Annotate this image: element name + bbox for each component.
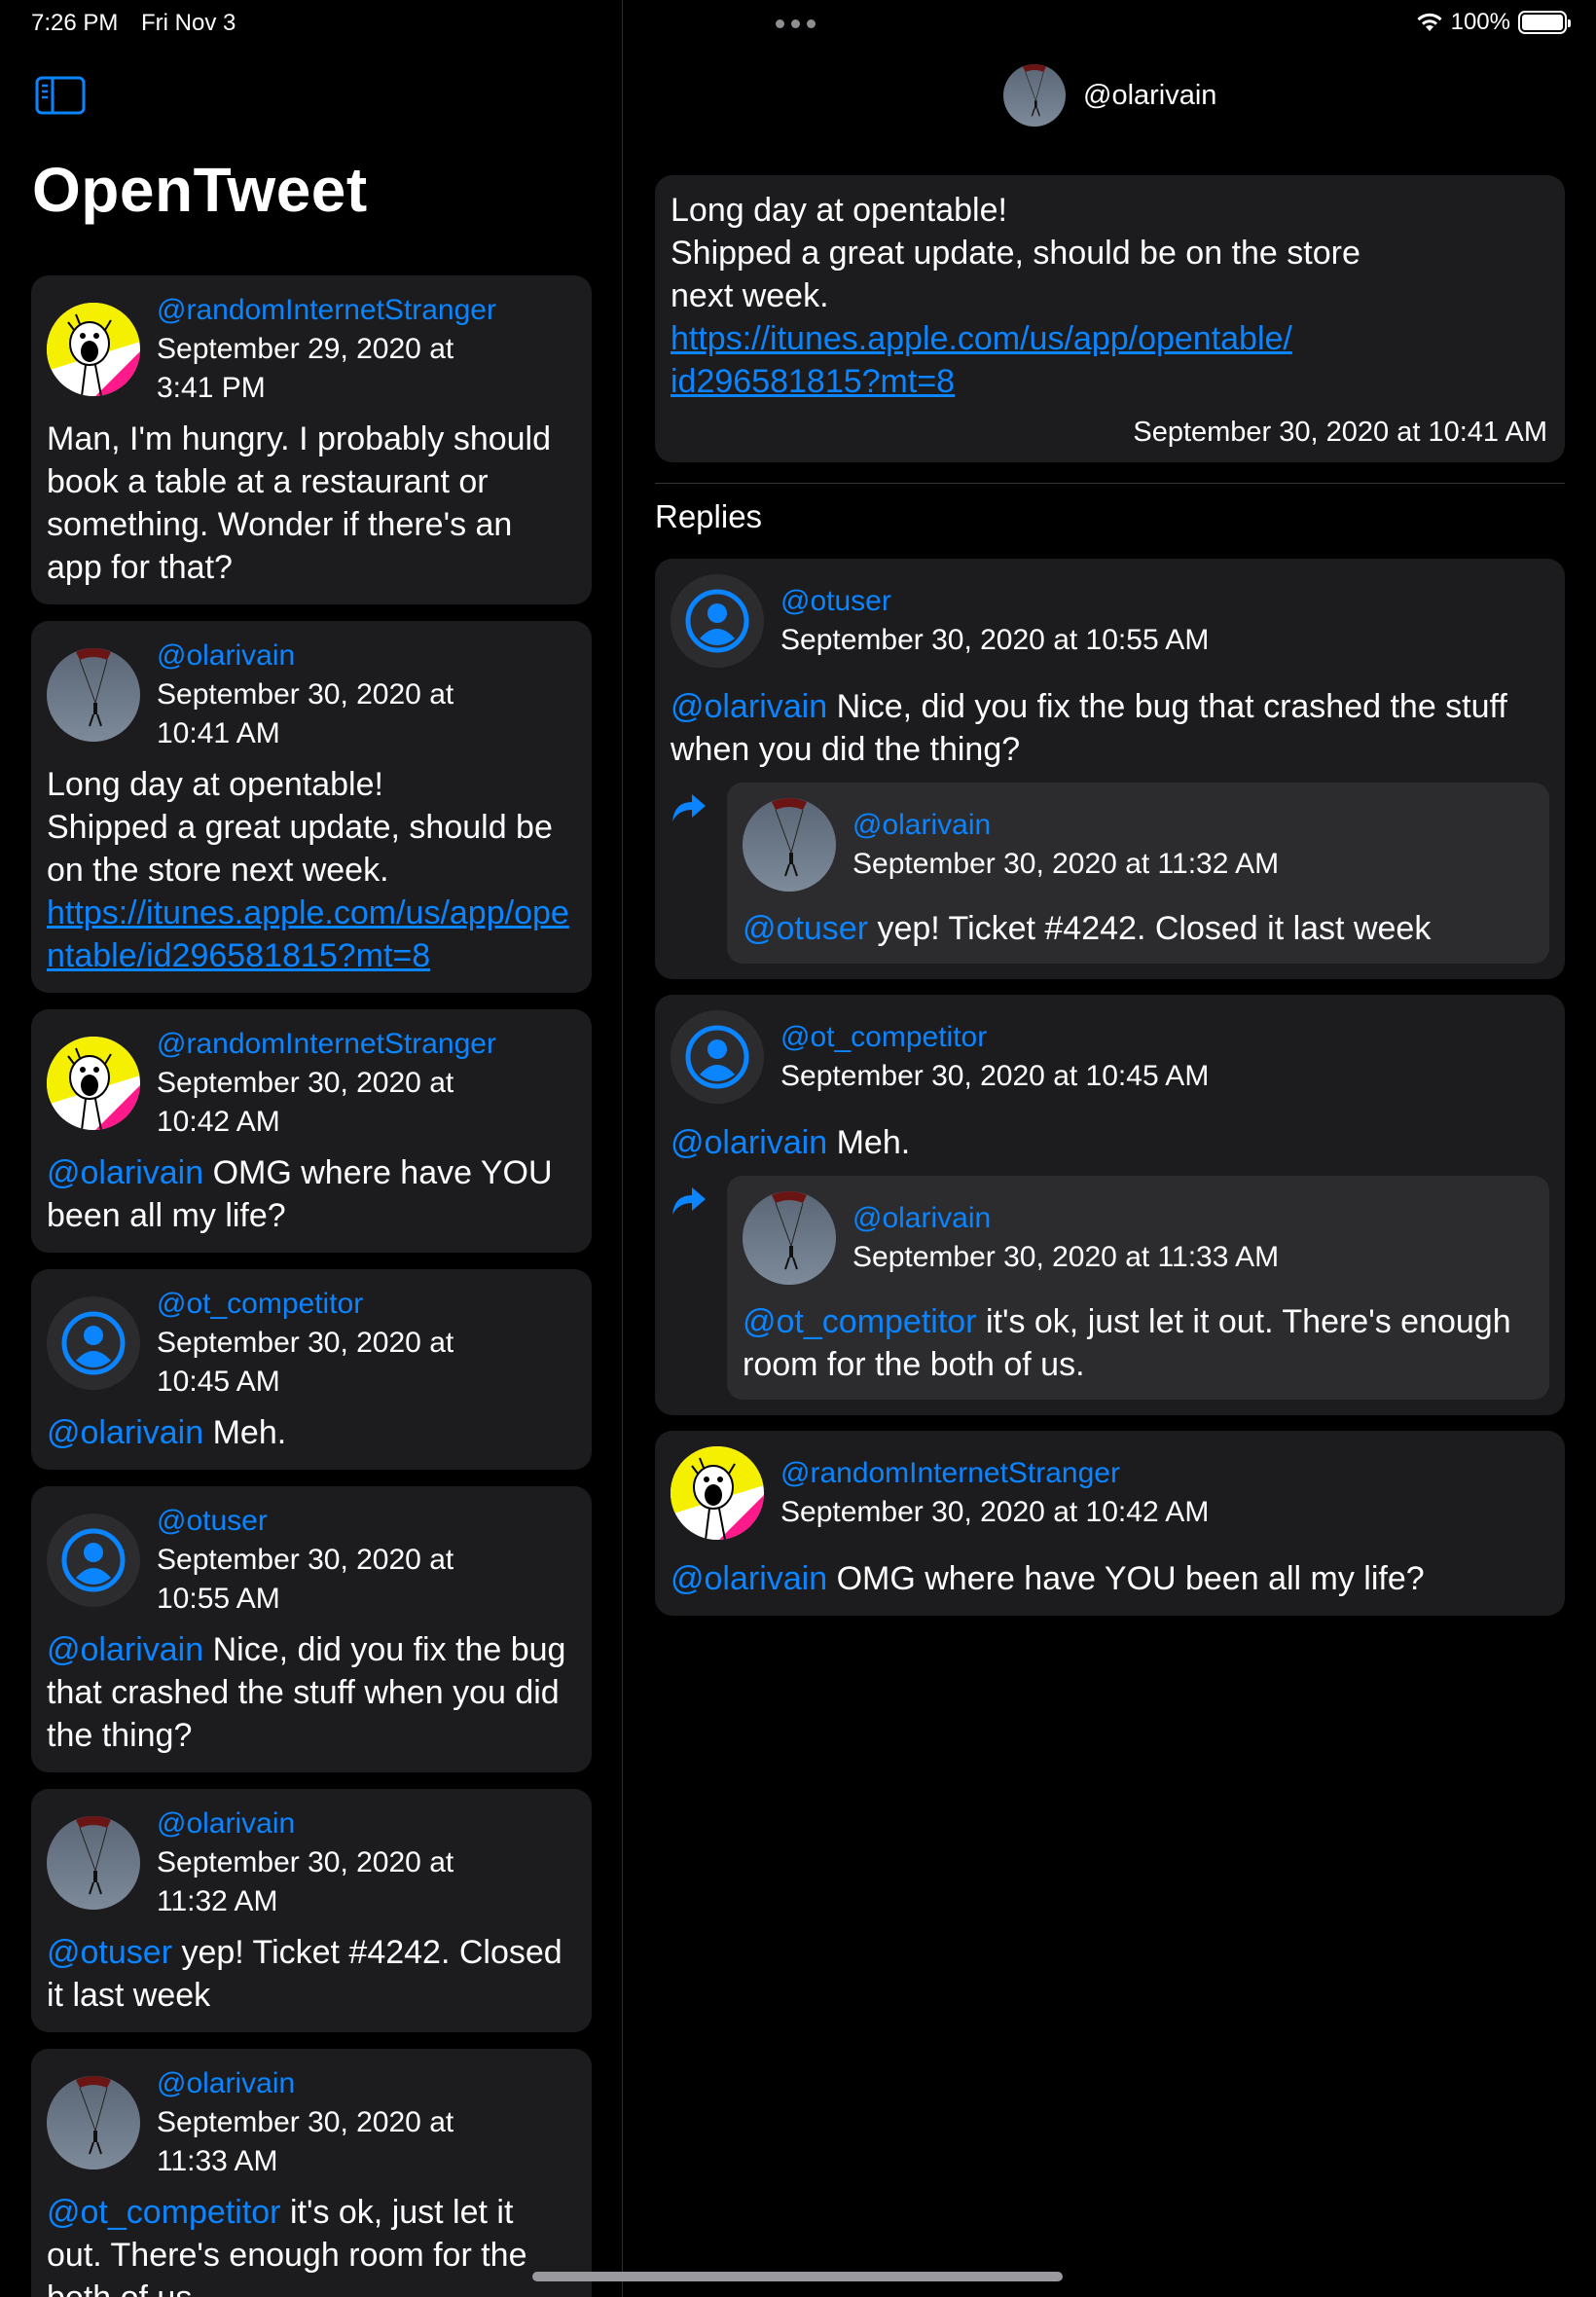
reply-handle[interactable]: @ot_competitor [780,1018,1549,1057]
reply-text: OMG where have YOU been all my life? [827,1560,1425,1597]
avatar[interactable] [671,1446,764,1540]
nested-date: September 30, 2020 at 11:32 AM [852,848,1280,880]
tweet-card[interactable]: @otuser September 30, 2020 at 10:55 AM @ol… [31,1486,592,1772]
tweet-card[interactable]: @ot_competitor September 30, 2020 at 10:4… [31,1269,592,1470]
tweet-card[interactable]: @randomInternetStranger September 30, 202… [31,1009,592,1253]
reply-body: @olarivain OMG where have YOU been all m… [671,1557,1549,1600]
tweet-body: Long day at opentable! Shipped a great u… [47,763,576,977]
avatar[interactable] [47,2076,140,2169]
tweet-mention[interactable]: @olarivain [47,1154,203,1191]
tweet-card[interactable]: @olarivain September 30, 2020 at 11:33 AM… [31,2049,592,2297]
tweet-mention[interactable]: @ot_competitor [47,2194,281,2231]
tweet-date: September 30, 2020 at 10:55 AM [157,1544,454,1615]
reply-body: @olarivain Meh. [671,1121,1549,1164]
nav-title: @olarivain [1003,64,1216,127]
tweet-handle[interactable]: @olarivain [157,1805,576,1843]
tweet-handle[interactable]: @otuser [157,1502,576,1541]
avatar[interactable] [47,1296,140,1390]
replies-list: @otuser September 30, 2020 at 10:55 AM @ol… [655,559,1565,1631]
avatar[interactable] [743,798,836,892]
tweet-mention[interactable]: @olarivain [47,1414,203,1451]
tweet-text: Man, I'm hungry. I probably should book … [47,420,552,586]
nested-reply: @olarivain September 30, 2020 at 11:33 AM… [671,1176,1549,1400]
nested-handle[interactable]: @olarivain [852,1199,1534,1238]
reply-mention[interactable]: @olarivain [671,1560,827,1597]
reply-date: September 30, 2020 at 10:55 AM [780,624,1210,656]
tweet-handle[interactable]: @ot_competitor [157,1285,576,1324]
replies-heading: Replies [655,498,763,534]
tweet-body: @olarivain Nice, did you fix the bug tha… [47,1628,576,1757]
avatar[interactable] [47,303,140,396]
avatar[interactable] [671,1010,764,1104]
reply-arrow-icon [672,794,706,821]
nested-body: @otuser yep! Ticket #4242. Closed it las… [743,907,1534,950]
nested-reply-card[interactable]: @olarivain September 30, 2020 at 11:33 AM… [727,1176,1549,1400]
nav-handle: @olarivain [1083,79,1217,111]
tweet-body: @olarivain Meh. [47,1411,576,1454]
app-title: OpenTweet [32,155,368,225]
tweet-date: September 30, 2020 at 11:32 AM [157,1846,454,1917]
sidebar-toggle-icon[interactable] [35,76,86,115]
reply-mention[interactable]: @olarivain [671,1124,827,1161]
nested-reply-card[interactable]: @olarivain September 30, 2020 at 11:32 AM… [727,783,1549,964]
main-tweet-date: September 30, 2020 at 10:41 AM [1133,417,1547,448]
avatar[interactable] [47,1513,140,1607]
tweet-date: September 30, 2020 at 10:42 AM [157,1067,454,1138]
tweet-text: Long day at opentable! Shipped a great u… [47,766,553,889]
home-indicator[interactable] [532,2272,1063,2281]
tweet-body: @ot_competitor it's ok, just let it out.… [47,2191,576,2297]
main-tweet-text: Long day at opentable! Shipped a great u… [671,189,1547,403]
tweet-link[interactable]: https://itunes.apple.com/us/app/opentabl… [47,894,569,974]
reply-arrow-icon [672,1187,706,1215]
avatar[interactable] [47,1816,140,1910]
avatar[interactable] [671,574,764,668]
tweet-link[interactable]: https://itunes.apple.com/us/app/opentabl… [671,320,1292,400]
tweet-mention[interactable]: @olarivain [47,1631,203,1668]
reply-text: Meh. [827,1124,911,1161]
tweet-date: September 30, 2020 at 10:45 AM [157,1327,454,1398]
reply-handle[interactable]: @randomInternetStranger [780,1454,1549,1493]
nested-body: @ot_competitor it's ok, just let it out.… [743,1300,1534,1386]
avatar[interactable] [47,648,140,742]
reply-handle[interactable]: @otuser [780,582,1549,621]
tweet-body: @olarivain OMG where have YOU been all m… [47,1151,576,1237]
timeline-list: @randomInternetStranger September 29, 202… [31,275,592,2297]
tweet-date: September 30, 2020 at 10:41 AM [157,678,454,749]
tweet-text: Meh. [203,1414,287,1451]
tweet-handle[interactable]: @randomInternetStranger [157,291,576,330]
nested-mention[interactable]: @otuser [743,910,868,947]
reply-card[interactable]: @randomInternetStranger September 30, 202… [655,1431,1565,1616]
tweet-card[interactable]: @olarivain September 30, 2020 at 10:41 AM… [31,621,592,993]
tweet-handle[interactable]: @randomInternetStranger [157,1025,576,1064]
tweet-card[interactable]: @olarivain September 30, 2020 at 11:32 AM… [31,1789,592,2032]
tweet-card[interactable]: @randomInternetStranger September 29, 202… [31,275,592,604]
reply-card[interactable]: @otuser September 30, 2020 at 10:55 AM @ol… [655,559,1565,979]
tweet-handle[interactable]: @olarivain [157,637,576,675]
tweet-handle[interactable]: @olarivain [157,2064,576,2103]
reply-card[interactable]: @ot_competitor September 30, 2020 at 10:4… [655,995,1565,1415]
detail-pane: @olarivain Long day at opentable! Shippe… [624,0,1596,2297]
main-tweet: Long day at opentable! Shipped a great u… [655,175,1565,462]
tweet-text: Long day at opentable! Shipped a great u… [671,192,1360,314]
divider [655,483,1565,484]
tweet-date: September 30, 2020 at 11:33 AM [157,2106,454,2177]
tweet-mention[interactable]: @otuser [47,1934,172,1971]
sidebar: OpenTweet @randomInternetStranger Septemb… [0,0,623,2297]
reply-date: September 30, 2020 at 10:45 AM [780,1060,1210,1092]
tweet-body: @otuser yep! Ticket #4242. Closed it las… [47,1931,576,2017]
reply-date: September 30, 2020 at 10:42 AM [780,1496,1210,1528]
avatar [1003,64,1066,127]
nested-handle[interactable]: @olarivain [852,806,1534,845]
avatar[interactable] [743,1191,836,1285]
nested-reply: @olarivain September 30, 2020 at 11:32 AM… [671,783,1549,964]
tweet-date: September 29, 2020 at 3:41 PM [157,333,454,404]
tweet-body: Man, I'm hungry. I probably should book … [47,418,576,589]
nested-text: yep! Ticket #4242. Closed it last week [868,910,1432,947]
avatar[interactable] [47,1037,140,1130]
reply-mention[interactable]: @olarivain [671,688,827,725]
reply-body: @olarivain Nice, did you fix the bug tha… [671,685,1549,771]
nested-date: September 30, 2020 at 11:33 AM [852,1241,1280,1273]
nested-mention[interactable]: @ot_competitor [743,1303,977,1340]
